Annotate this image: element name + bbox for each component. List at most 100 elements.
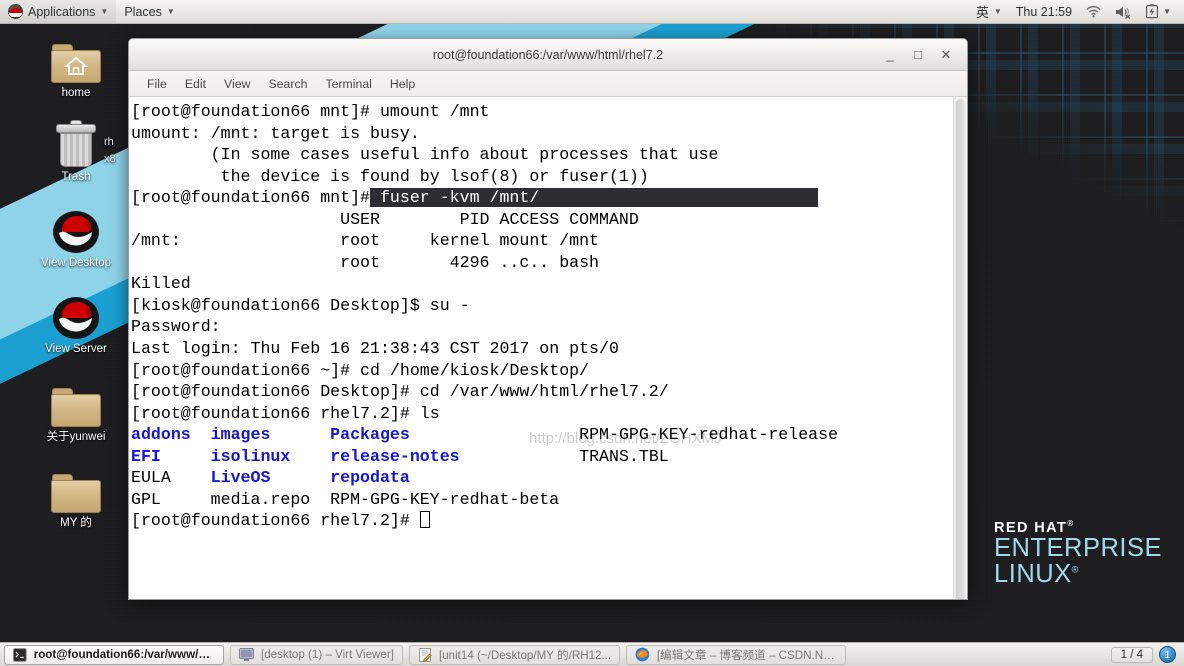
desktop-icon-view-desktop[interactable]: View Desktop <box>32 202 120 270</box>
brand-enterprise-text: ENTERPRISE <box>994 534 1162 562</box>
taskbar-item-label: [unit14 (~/Desktop/MY 的/RH12... <box>438 648 612 662</box>
desktop-icon-my-de[interactable]: MY 的 <box>32 462 120 530</box>
workspace-switcher[interactable]: 1 / 4 1 <box>1110 646 1180 663</box>
terminal-text: [root@foundation66 mnt]# umount /mnt <box>131 102 490 121</box>
folder-icon <box>32 376 120 428</box>
terminal-title: root@foundation66:/var/www/html/rhel7.2 <box>432 47 664 62</box>
menu-help[interactable]: Help <box>382 75 423 93</box>
desktop-icon-label: Trash <box>61 171 91 183</box>
taskbar-item-terminal[interactable]: root@foundation66:/var/www/ht... <box>4 644 224 665</box>
home-folder-icon <box>32 32 120 84</box>
desktop-icon-label: home <box>61 87 91 99</box>
desktop-icon-view-server[interactable]: View Server <box>32 288 120 356</box>
redhat-hat-icon <box>53 211 99 253</box>
chevron-down-icon: ▼ <box>1163 7 1171 16</box>
terminal-line: umount: /mnt: target is busy. <box>131 123 953 145</box>
taskbar-item-firefox[interactable]: [编辑文章 – 博客频道 – CSDN.NE... <box>626 644 847 665</box>
terminal-text: TRANS.TBL <box>459 446 669 466</box>
desktop-icon-label: 关于yunwei <box>46 431 106 443</box>
folder-icon <box>32 462 120 514</box>
terminal-line: [root@foundation66 ~]# cd /home/kiosk/De… <box>131 360 953 382</box>
menu-search[interactable]: Search <box>260 75 315 93</box>
redhat-menu-icon <box>8 4 23 19</box>
firefox-icon <box>635 647 650 662</box>
terminal-directory-name: release-notes <box>330 446 460 466</box>
terminal-text: [root@foundation66 rhel7.2]# ls <box>131 403 440 423</box>
redhat-logo-icon <box>32 202 120 254</box>
terminal-directory-name: EFI <box>131 446 161 466</box>
monitor-icon <box>239 647 254 661</box>
desktop-icon-label: View Server <box>45 343 107 355</box>
clock-label: Thu 21:59 <box>1015 4 1073 19</box>
terminal-text: GPL media.repo RPM-GPG-KEY-redhat-beta <box>131 489 560 509</box>
terminal-line: [root@foundation66 Desktop]# cd /var/www… <box>131 381 953 403</box>
terminal-menubar: File Edit View Search Terminal Help <box>129 71 967 97</box>
applications-menu[interactable]: Applications ▼ <box>0 0 117 23</box>
terminal-highlighted-text: fuser -kvm /mnt/ <box>370 188 819 208</box>
panel-status-area: 英 ▼ Thu 21:59 ▼ <box>969 0 1184 23</box>
terminal-directory-name: repodata <box>330 468 410 488</box>
terminal-text: Killed <box>131 274 191 294</box>
volume-indicator[interactable] <box>1108 0 1139 23</box>
places-menu[interactable]: Places ▼ <box>116 0 182 23</box>
minimize-button[interactable]: _ <box>883 48 897 61</box>
terminal-text: umount: /mnt: target is busy. <box>131 123 420 143</box>
menu-terminal[interactable]: Terminal <box>317 75 379 93</box>
workspace-current-indicator[interactable]: 1 <box>1159 646 1176 663</box>
terminal-output[interactable]: [root@foundation66 mnt]# umount /mnt umou… <box>129 97 953 599</box>
menu-edit[interactable]: Edit <box>177 75 214 93</box>
terminal-line: Killed <box>131 273 953 295</box>
ime-language-label: 英 <box>975 5 989 20</box>
desktop-icon-guanyu-yunwei[interactable]: 关于yunwei <box>32 376 120 444</box>
menu-view[interactable]: View <box>216 75 258 93</box>
terminal-text: (In some cases useful info about process… <box>131 145 719 165</box>
terminal-directory-name: addons <box>131 425 191 445</box>
terminal-icon <box>13 647 27 662</box>
terminal-line: [root@foundation66 rhel7.2]# <box>131 510 953 532</box>
taskbar-item-virt-viewer[interactable]: [desktop (1) – Virt Viewer] <box>230 644 403 665</box>
scrollbar-thumb[interactable] <box>956 99 965 599</box>
workspace-count-label: 1 / 4 <box>1110 646 1153 663</box>
maximize-button[interactable]: □ <box>911 48 925 61</box>
terminal-line: /mnt: root kernel mount /mnt <box>131 230 953 252</box>
battery-icon <box>1146 4 1159 19</box>
terminal-line: root 4296 ..c.. bash <box>131 252 953 274</box>
applications-menu-label: Applications <box>28 4 96 19</box>
places-menu-label: Places <box>124 4 162 19</box>
rhel-branding: RED HAT® ENTERPRISE LINUX® <box>994 518 1162 588</box>
wifi-indicator[interactable] <box>1079 0 1108 23</box>
taskbar-item-label: root@foundation66:/var/www/ht... <box>33 648 215 661</box>
terminal-text: /mnt: root kernel mount /mnt <box>131 231 600 251</box>
desktop-icon-home[interactable]: home <box>32 32 120 100</box>
menu-file[interactable]: File <box>139 75 175 93</box>
terminal-body[interactable]: http://blog.csdn.net/ZGHXMJ [root@founda… <box>129 97 967 599</box>
terminal-cursor <box>419 511 430 529</box>
occluded-desktop-label: rh x8 <box>104 136 116 165</box>
taskbar-item-label: [desktop (1) – Virt Viewer] <box>261 648 394 661</box>
terminal-titlebar[interactable]: root@foundation66:/var/www/html/rhel7.2 … <box>129 39 967 71</box>
terminal-directory-name: images <box>210 425 271 445</box>
terminal-line: Password: <box>131 316 953 338</box>
terminal-directory-name: isolinux <box>210 446 291 466</box>
terminal-window[interactable]: root@foundation66:/var/www/html/rhel7.2 … <box>128 38 968 600</box>
clock[interactable]: Thu 21:59 <box>1009 0 1079 23</box>
input-method-indicator[interactable]: 英 ▼ <box>969 0 1009 23</box>
brand-linux-text: LINUX <box>994 559 1072 588</box>
taskbar-item-gedit[interactable]: [unit14 (~/Desktop/MY 的/RH12... <box>408 644 621 665</box>
battery-indicator[interactable]: ▼ <box>1139 0 1178 23</box>
terminal-scrollbar[interactable] <box>953 97 967 599</box>
top-panel: Applications ▼ Places ▼ 英 ▼ Thu 21:59 ▼ <box>0 0 1184 24</box>
terminal-line: GPL media.repo RPM-GPG-KEY-redhat-beta <box>131 489 953 511</box>
terminal-text: [root@foundation66 Desktop]# cd /var/www… <box>131 382 669 402</box>
terminal-line: [root@foundation66 mnt]# umount /mnt <box>131 101 953 123</box>
desktop-icon-label: MY 的 <box>60 517 92 529</box>
volume-muted-icon <box>1116 6 1131 19</box>
terminal-text: root 4296 ..c.. bash <box>131 252 600 272</box>
terminal-directory-name: LiveOS <box>210 468 271 488</box>
terminal-line: [root@foundation66 mnt]# fuser -kvm /mnt… <box>131 187 953 209</box>
close-button[interactable]: ✕ <box>939 48 953 61</box>
terminal-text: [root@foundation66 rhel7.2]# <box>131 511 420 531</box>
